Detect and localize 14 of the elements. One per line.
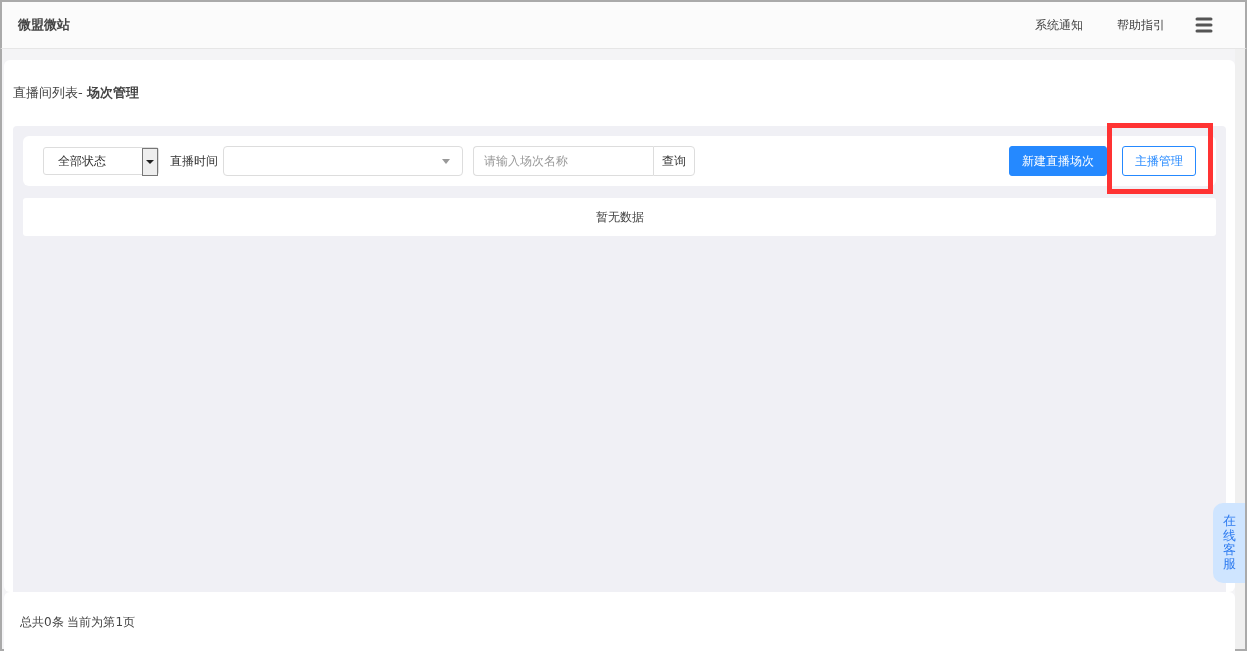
- header-link[interactable]: 帮助指引: [1117, 16, 1165, 34]
- pagination-summary: 总共0条 当前为第1页: [20, 613, 136, 631]
- anchor-manage-button[interactable]: 主播管理: [1122, 146, 1196, 176]
- caret-icon: [146, 160, 154, 164]
- empty-table-message: 暂无数据: [23, 198, 1216, 236]
- caret-icon: [442, 158, 450, 164]
- search-field[interactable]: 请输入场次名称: [473, 146, 653, 176]
- header-link[interactable]: 系统通知: [1035, 16, 1083, 34]
- status-select[interactable]: 全部状态: [43, 147, 159, 175]
- query-button[interactable]: 查询: [653, 146, 695, 176]
- breadcrumb: 直播间列表- 场次管理: [13, 84, 139, 102]
- time-label: 直播时间: [170, 152, 218, 170]
- menu-icon[interactable]: [1195, 17, 1213, 33]
- site-title: 微盟微站: [18, 16, 70, 34]
